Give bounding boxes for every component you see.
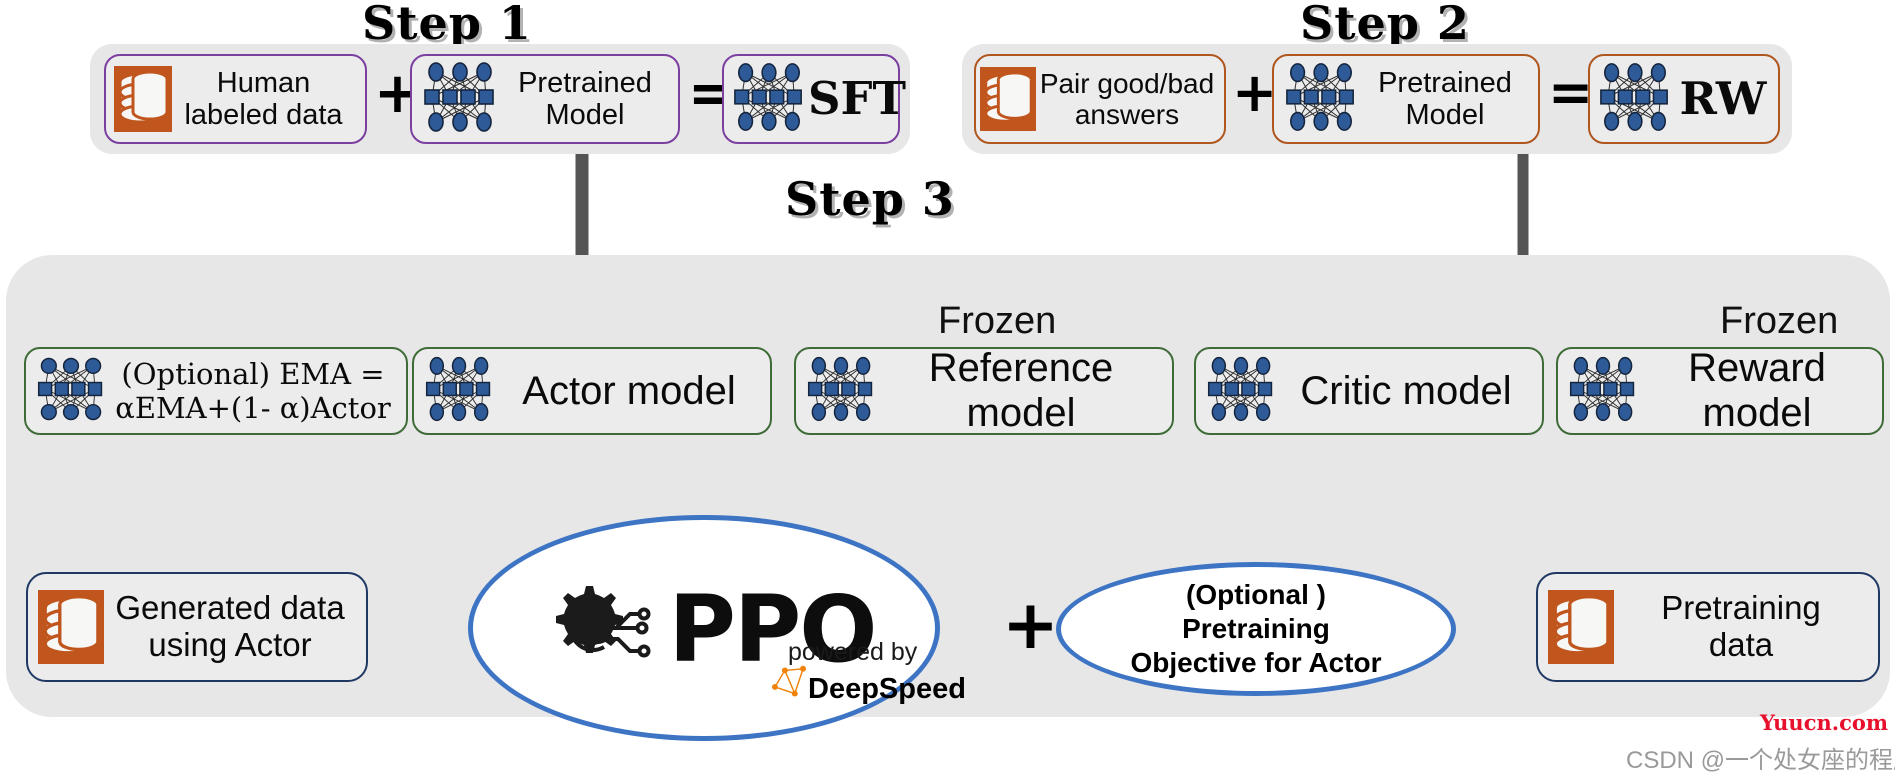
step1-card-label: Human labeled data [184,66,343,131]
step3-model-label: Actor model [522,368,736,413]
neural-net-icon [420,58,500,141]
database-icon [38,590,104,664]
optional-objective-ellipse[interactable]: (Optional ) Pretraining Objective for Ac… [1056,562,1456,696]
step3-title: Step 3 [785,172,955,226]
generated-data-card[interactable]: Generated data using Actor [26,572,368,682]
step3-model-label: Reward model [1688,346,1826,435]
deepspeed-label: DeepSpeed [808,672,966,705]
pretraining-data-label: Pretraining data [1661,589,1821,663]
step2-plus-operator: + [1232,61,1278,124]
step1-card-human-labeled-data[interactable]: Human labeled data [104,54,367,144]
step1-card-label: SFT [808,71,906,125]
step2-equals-operator: = [1548,61,1594,124]
step2-card-pretrained-model[interactable]: Pretrained Model [1272,54,1540,144]
step3-model-actor[interactable]: Actor model [412,347,772,435]
database-icon [980,67,1036,131]
step1-card-sft[interactable]: SFT [722,54,906,144]
bottom-plus-operator: + [1002,586,1059,665]
gear-circuit-icon [544,579,656,682]
step2-card-label: RW [1679,71,1767,125]
step3-model-label: Reference model [928,346,1114,435]
generated-data-label: Generated data using Actor [115,589,345,663]
neural-net-icon [34,353,108,430]
step2-card-pair-answers[interactable]: Pair good/bad answers [974,54,1226,144]
step3-model-reference[interactable]: Reference model [794,346,1174,435]
frozen-label-reward: Frozen [1720,300,1839,342]
neural-net-icon [1282,59,1360,140]
step3-model-label: Critic model [1300,368,1512,413]
step3-model-ema[interactable]: (Optional) EMA = αEMA+(1- α)Actor [24,347,408,435]
step2-card-label: Pretrained Model [1378,66,1512,131]
neural-net-icon [1204,353,1278,430]
database-icon [114,66,172,132]
site-watermark: Yuucn.com [1760,710,1889,735]
step1-card-label: Pretrained Model [518,66,652,131]
step2-card-rw[interactable]: RW [1588,54,1780,144]
neural-net-icon [804,353,878,430]
step3-model-label: (Optional) EMA = αEMA+(1- α)Actor [115,356,391,425]
step1-card-pretrained-model[interactable]: Pretrained Model [410,54,680,144]
step2-card-label: Pair good/bad answers [1039,67,1215,130]
step2-title: Step 2 [1300,0,1470,50]
neural-net-icon [1596,59,1674,140]
neural-net-icon [730,59,808,140]
neural-net-icon [1566,353,1640,430]
optional-objective-label: (Optional ) Pretraining Objective for Ac… [1130,578,1382,679]
diagram-canvas: Step 1 Human labeled data + Pretrained M… [0,0,1895,777]
step3-model-critic[interactable]: Critic model [1194,347,1544,435]
database-icon [1548,590,1614,664]
deepspeed-graph-icon [770,665,808,704]
neural-net-icon [422,353,496,430]
deepspeed-credit: powered by DeepSpeed [770,638,966,704]
powered-by-label: powered by [788,638,918,666]
step1-title: Step 1 [362,0,532,50]
pretraining-data-card[interactable]: Pretraining data [1536,572,1880,682]
step3-model-reward[interactable]: Reward model [1556,346,1884,435]
frozen-label-reference: Frozen [938,300,1057,342]
csdn-watermark: CSDN @一个处女座的程序猿 [1626,747,1895,774]
